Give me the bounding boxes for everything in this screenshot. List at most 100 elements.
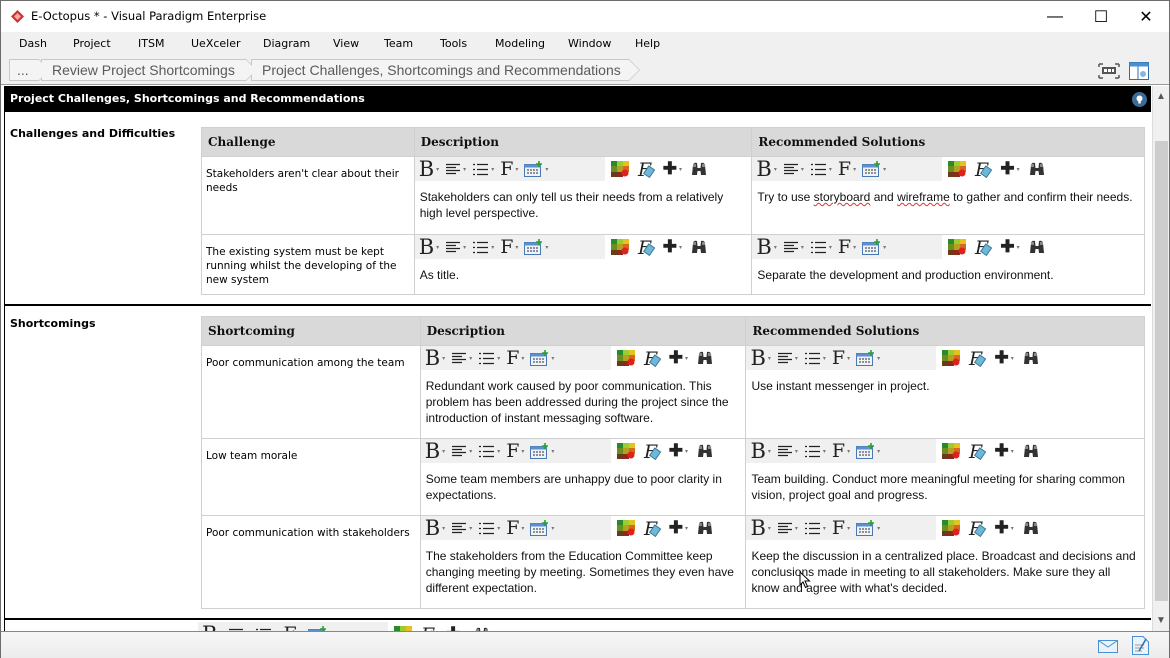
- insert-table-dropdown[interactable]: ▾: [856, 350, 880, 366]
- font-dropdown[interactable]: F▾: [283, 623, 301, 631]
- font-dropdown[interactable]: F▾: [838, 158, 856, 180]
- insert-table-dropdown[interactable]: ▾: [524, 239, 548, 255]
- menu-dash[interactable]: Dash: [19, 37, 47, 50]
- color-picker-icon[interactable]: [948, 161, 967, 177]
- bold-dropdown[interactable]: B▾: [750, 517, 770, 539]
- font-dropdown[interactable]: F▾: [500, 236, 518, 258]
- description-editor[interactable]: B ▾ ▾ ▾ F ▾ ▾ F ✚ ▾ Some team members are u…: [419, 438, 747, 516]
- font-dropdown[interactable]: F▾: [506, 347, 524, 369]
- solution-text[interactable]: Try to use storyboard and wireframe to g…: [752, 181, 1144, 213]
- list-dropdown[interactable]: ▾: [810, 163, 832, 176]
- menu-modeling[interactable]: Modeling: [495, 37, 545, 50]
- font-dropdown[interactable]: F▾: [506, 440, 524, 462]
- list-dropdown[interactable]: ▾: [804, 352, 826, 365]
- find-binoculars-icon[interactable]: [696, 444, 714, 458]
- insert-table-dropdown[interactable]: ▾: [530, 350, 554, 366]
- solution-text[interactable]: Separate the development and production …: [752, 259, 1144, 291]
- bold-dropdown[interactable]: B▾: [425, 347, 445, 369]
- shortcoming-cell[interactable]: Low team morale: [201, 438, 421, 516]
- align-dropdown[interactable]: ▾: [777, 522, 798, 534]
- document-edit-icon[interactable]: [1132, 636, 1149, 655]
- description-editor[interactable]: B ▾ ▾ ▾ F ▾ ▾ F ✚ ▾ The stakeholders from t…: [419, 515, 747, 609]
- description-editor[interactable]: B ▾ ▾ ▾ F ▾ ▾ F ✚ ▾ Stakeholders can only t…: [413, 156, 753, 235]
- insert-dropdown[interactable]: ✚▾: [994, 441, 1013, 461]
- breadcrumb-overflow[interactable]: ...: [9, 59, 50, 81]
- insert-dropdown[interactable]: ✚▾: [669, 348, 688, 368]
- vertical-scrollbar[interactable]: ▲ ▼: [1152, 86, 1169, 631]
- font-dropdown[interactable]: F▾: [832, 347, 850, 369]
- bold-dropdown[interactable]: B▾: [425, 440, 445, 462]
- list-dropdown[interactable]: ▾: [804, 522, 826, 535]
- insert-table-dropdown[interactable]: ▾: [524, 161, 548, 177]
- description-text[interactable]: Stakeholders can only tell us their need…: [415, 181, 752, 229]
- clear-format-icon[interactable]: F: [643, 518, 663, 538]
- clear-format-icon[interactable]: F: [643, 441, 663, 461]
- color-picker-icon[interactable]: [616, 350, 635, 366]
- insert-dropdown[interactable]: ✚▾: [663, 237, 682, 257]
- description-text[interactable]: Redundant work caused by poor communicat…: [421, 370, 746, 434]
- menu-uexceler[interactable]: UeXceler: [191, 37, 241, 50]
- panel-layout-icon[interactable]: [1128, 60, 1150, 82]
- list-dropdown[interactable]: ▾: [810, 241, 832, 254]
- color-picker-icon[interactable]: [942, 350, 961, 366]
- bold-dropdown[interactable]: B▾: [756, 158, 776, 180]
- color-picker-icon[interactable]: [610, 161, 629, 177]
- bold-dropdown[interactable]: B▾: [756, 236, 776, 258]
- menu-window[interactable]: Window: [568, 37, 611, 50]
- align-dropdown[interactable]: ▾: [777, 352, 798, 364]
- menu-project[interactable]: Project: [73, 37, 111, 50]
- align-dropdown[interactable]: ▾: [451, 522, 472, 534]
- clear-format-icon[interactable]: F: [637, 237, 657, 257]
- lightbulb-hint-icon[interactable]: [1132, 92, 1147, 107]
- insert-dropdown[interactable]: ✚▾: [669, 441, 688, 461]
- clear-format-icon[interactable]: F: [974, 237, 994, 257]
- insert-table-dropdown[interactable]: ▾: [856, 520, 880, 536]
- align-dropdown[interactable]: ▾: [451, 445, 472, 457]
- clear-format-icon[interactable]: F: [637, 159, 657, 179]
- shortcoming-cell[interactable]: Poor communication among the team: [201, 345, 421, 439]
- clear-format-icon[interactable]: F: [968, 518, 988, 538]
- shortcoming-cell[interactable]: Poor communication with stakeholders: [201, 515, 421, 609]
- description-editor[interactable]: B ▾ ▾ ▾ F ▾ ▾ F ✚ ▾ Redundant work caused b…: [419, 345, 747, 439]
- maximize-button[interactable]: ☐: [1078, 1, 1124, 32]
- list-dropdown[interactable]: ▾: [472, 241, 494, 254]
- align-dropdown[interactable]: ▾: [445, 241, 466, 253]
- challenge-cell[interactable]: Stakeholders aren't clear about their ne…: [201, 156, 415, 235]
- insert-table-dropdown[interactable]: ▾: [856, 443, 880, 459]
- clear-format-icon[interactable]: F: [643, 348, 663, 368]
- find-binoculars-icon[interactable]: [690, 240, 708, 254]
- bold-dropdown[interactable]: B▾: [750, 440, 770, 462]
- color-picker-icon[interactable]: [616, 443, 635, 459]
- scroll-down-icon[interactable]: ▼: [1153, 612, 1169, 629]
- scrollbar-thumb[interactable]: [1155, 141, 1168, 601]
- font-dropdown[interactable]: F▾: [838, 236, 856, 258]
- insert-dropdown[interactable]: ✚▾: [663, 159, 682, 179]
- insert-dropdown[interactable]: ✚▾: [994, 348, 1013, 368]
- find-binoculars-icon[interactable]: [1022, 351, 1040, 365]
- bold-dropdown[interactable]: B▾: [419, 158, 439, 180]
- solution-text[interactable]: Use instant messenger in project.: [746, 370, 1144, 402]
- font-dropdown[interactable]: F▾: [832, 517, 850, 539]
- find-binoculars-icon[interactable]: [1022, 521, 1040, 535]
- list-dropdown[interactable]: ▾: [478, 445, 500, 458]
- mail-icon[interactable]: [1098, 640, 1118, 653]
- find-binoculars-icon[interactable]: [1028, 162, 1046, 176]
- font-dropdown[interactable]: F▾: [506, 517, 524, 539]
- align-dropdown[interactable]: ▾: [783, 241, 804, 253]
- insert-dropdown[interactable]: ✚▾: [1000, 159, 1019, 179]
- bold-dropdown[interactable]: B▾: [419, 236, 439, 258]
- insert-dropdown[interactable]: ✚▾: [446, 624, 465, 631]
- bold-dropdown[interactable]: B▾: [425, 517, 445, 539]
- description-editor[interactable]: B ▾ ▾ ▾ F ▾ ▾ F ✚ ▾ As title.: [413, 234, 753, 295]
- menu-itsm[interactable]: ITSM: [138, 37, 164, 50]
- find-binoculars-icon[interactable]: [1022, 444, 1040, 458]
- insert-dropdown[interactable]: ✚▾: [994, 518, 1013, 538]
- solution-editor[interactable]: B ▾ ▾ ▾ F ▾ ▾ F ✚ ▾ Keep the discussion in …: [745, 515, 1145, 609]
- align-dropdown[interactable]: ▾: [777, 445, 798, 457]
- find-binoculars-icon[interactable]: [690, 162, 708, 176]
- color-picker-icon[interactable]: [942, 520, 961, 536]
- insert-table-dropdown[interactable]: ▾: [530, 443, 554, 459]
- solution-editor[interactable]: B ▾ ▾ ▾ F ▾ ▾ F ✚ ▾ Team building. Conduct …: [745, 438, 1145, 516]
- fit-to-screen-icon[interactable]: [1098, 60, 1120, 82]
- solution-editor[interactable]: B ▾ ▾ ▾ F ▾ ▾ F ✚ ▾ Use instant messenger i…: [745, 345, 1145, 439]
